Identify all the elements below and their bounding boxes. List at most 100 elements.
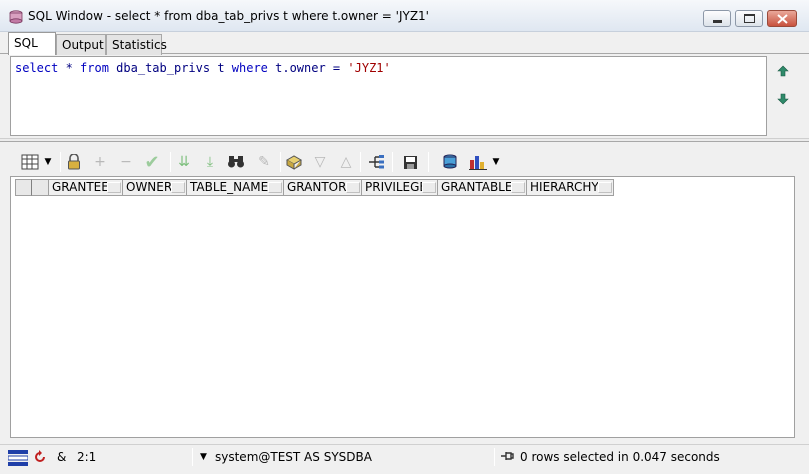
toolbar-separator [170, 152, 171, 172]
arrow-up-icon[interactable] [775, 63, 791, 79]
fetch-next-button[interactable]: ⇊ [174, 152, 194, 172]
grid-icon [21, 154, 39, 170]
minimize-icon [713, 20, 722, 23]
minimize-button[interactable] [703, 10, 731, 27]
checkmark-icon: ✔ [144, 151, 160, 173]
lock-button[interactable] [64, 152, 84, 172]
column-header-grantee[interactable]: GRANTEE [49, 179, 123, 196]
column-header-grantable[interactable]: GRANTABLE [438, 179, 527, 196]
grid-row-indicator-header [32, 179, 49, 196]
pin-icon [500, 450, 514, 465]
results-toolbar: ▼ + − ✔ ⇊ ⤓ ✎ ▽ △ ▼ [14, 150, 514, 174]
grid-view-button[interactable] [18, 152, 42, 172]
column-label: PRIVILEGE [365, 180, 428, 194]
fetch-last-icon: ⤓ [206, 154, 214, 170]
status-separator [494, 448, 495, 466]
column-filter-button[interactable] [171, 182, 185, 193]
tree-icon [369, 155, 384, 169]
floppy-disk-icon [403, 155, 417, 169]
chevron-down-icon: ▼ [44, 157, 52, 167]
grid-header: GRANTEE OWNER TABLE_NAME GRANTOR PRIVILE… [15, 179, 614, 196]
column-filter-button[interactable] [511, 182, 525, 193]
post-changes-button[interactable]: ✔ [142, 151, 162, 173]
bar-chart-icon [469, 156, 487, 170]
query-by-example-button[interactable] [284, 152, 304, 172]
database-export-icon [443, 154, 457, 169]
column-label: GRANTEE [52, 180, 109, 194]
status-separator [192, 448, 193, 466]
column-filter-button[interactable] [598, 182, 612, 193]
tree-view-button[interactable] [366, 152, 386, 172]
result-grid[interactable]: GRANTEE OWNER TABLE_NAME GRANTOR PRIVILE… [10, 176, 795, 438]
column-label: OWNER [126, 180, 173, 194]
connection-label[interactable]: system@TEST AS SYSDBA [215, 450, 372, 464]
column-header-privilege[interactable]: PRIVILEGE [362, 179, 438, 196]
chart-button[interactable] [468, 152, 488, 172]
column-label: TABLE_NAME [190, 180, 269, 194]
toolbar-separator [280, 152, 281, 172]
title-bar: SQL Window - select * from dba_tab_privs… [0, 0, 809, 32]
window-list-button[interactable] [7, 449, 29, 470]
toolbar-separator [428, 152, 429, 172]
close-button[interactable] [767, 10, 797, 27]
clear-button[interactable]: ✎ [254, 152, 274, 172]
chart-dropdown[interactable]: ▼ [490, 152, 502, 172]
window-title: SQL Window - select * from dba_tab_privs… [28, 9, 429, 23]
sql-token-kw: select [15, 61, 59, 75]
insert-record-button[interactable]: + [90, 152, 110, 172]
column-filter-button[interactable] [346, 182, 360, 193]
sql-token-kw: where [231, 61, 268, 75]
triangle-down-icon: ▽ [314, 154, 326, 170]
sql-token-kw: from [80, 61, 109, 75]
save-button[interactable] [400, 152, 420, 172]
double-chevron-down-icon: ⇊ [178, 154, 190, 170]
toolbar-separator [360, 152, 361, 172]
column-filter-button[interactable] [107, 182, 121, 193]
window-list-icon [7, 450, 29, 466]
sql-token-pln: dba_tab_privs t [108, 61, 232, 75]
substitution-variable-indicator: & [57, 450, 67, 464]
column-filter-button[interactable] [268, 182, 282, 193]
grid-corner[interactable] [15, 179, 32, 196]
toolbar-separator [392, 152, 393, 172]
sql-token-pln: * [58, 61, 81, 75]
column-label: GRANTOR [287, 180, 347, 194]
tab-sql[interactable]: SQL [8, 32, 56, 55]
column-header-hierarchy[interactable]: HIERARCHY [527, 179, 614, 196]
lock-icon [68, 154, 80, 170]
refresh-icon [35, 450, 45, 462]
export-button[interactable] [440, 152, 460, 172]
column-header-table-name[interactable]: TABLE_NAME [187, 179, 284, 196]
filter-up-button[interactable]: △ [336, 152, 356, 172]
sql-window-icon [9, 10, 23, 24]
minus-icon: − [120, 154, 132, 170]
restore-button[interactable] [735, 10, 763, 27]
refresh-button[interactable] [32, 449, 48, 468]
connection-dropdown[interactable]: ▼ [200, 452, 207, 462]
sql-editor[interactable]: select * from dba_tab_privs t where t.ow… [10, 56, 767, 136]
find-button[interactable] [226, 152, 246, 172]
toolbar-separator [60, 152, 61, 172]
grid-view-dropdown[interactable]: ▼ [42, 152, 54, 172]
query-icon [285, 155, 303, 170]
column-header-owner[interactable]: OWNER [123, 179, 187, 196]
sql-token-str: 'JYZ1' [347, 61, 391, 75]
delete-record-button[interactable]: − [116, 152, 136, 172]
arrow-down-icon[interactable] [775, 91, 791, 107]
column-label: HIERARCHY [530, 180, 599, 194]
close-icon [777, 14, 788, 24]
fetch-last-button[interactable]: ⤓ [200, 152, 220, 172]
status-message: 0 rows selected in 0.047 seconds [520, 450, 720, 464]
filter-down-button[interactable]: ▽ [310, 152, 330, 172]
cursor-position: 2:1 [77, 450, 97, 464]
column-label: GRANTABLE [441, 180, 513, 194]
column-filter-button[interactable] [422, 182, 436, 193]
tab-output[interactable]: Output [56, 34, 106, 55]
triangle-up-icon: △ [340, 154, 352, 170]
tab-statistics[interactable]: Statistics [106, 34, 167, 55]
editor-splitter[interactable] [0, 138, 809, 142]
sql-text: select * from dba_tab_privs t where t.ow… [15, 61, 391, 75]
chevron-down-icon: ▼ [492, 157, 500, 167]
binoculars-icon [228, 156, 244, 168]
column-header-grantor[interactable]: GRANTOR [284, 179, 362, 196]
